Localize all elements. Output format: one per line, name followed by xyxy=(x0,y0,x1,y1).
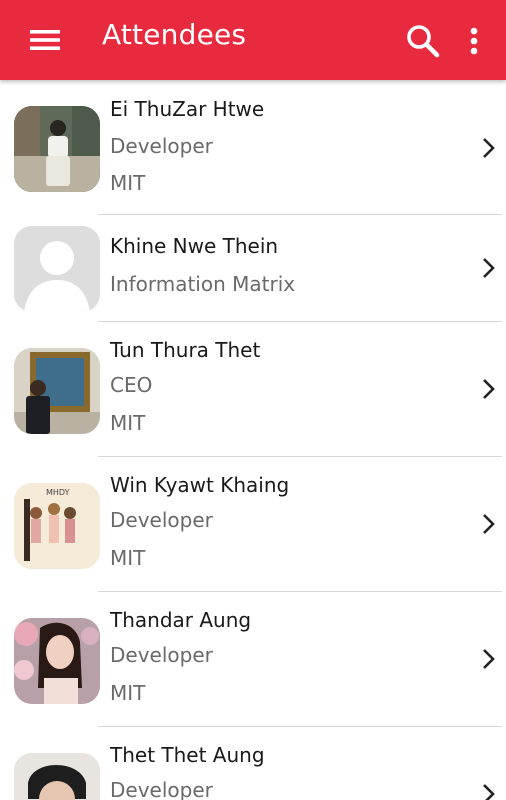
page-title: Attendees xyxy=(102,18,247,51)
attendee-row[interactable]: MHDY Win Kyawt Khaing Developer MIT xyxy=(0,457,506,592)
avatar xyxy=(14,348,100,434)
chevron-right-icon xyxy=(480,782,498,800)
chevron-right-icon xyxy=(480,647,498,671)
attendee-company: MIT xyxy=(110,681,146,705)
attendee-role: Developer xyxy=(110,508,213,532)
attendee-name: Win Kyawt Khaing xyxy=(110,473,290,497)
avatar xyxy=(14,618,100,704)
avatar-placeholder-icon xyxy=(14,226,100,312)
attendee-company: MIT xyxy=(110,171,146,195)
attendee-row[interactable]: Ei ThuZar Htwe Developer MIT xyxy=(0,80,506,215)
attendee-list: Ei ThuZar Htwe Developer MIT Khine Nwe T… xyxy=(0,80,506,800)
attendee-row[interactable]: Thandar Aung Developer MIT xyxy=(0,592,506,727)
chevron-right-icon xyxy=(480,136,498,160)
attendee-row[interactable]: Thet Thet Aung Developer xyxy=(0,727,506,800)
attendee-name: Thet Thet Aung xyxy=(110,743,265,767)
avatar xyxy=(14,753,100,800)
attendee-row[interactable]: Tun Thura Thet CEO MIT xyxy=(0,322,506,457)
attendee-name: Khine Nwe Thein xyxy=(110,234,279,258)
chevron-right-icon xyxy=(480,256,498,280)
attendee-role: Developer xyxy=(110,778,213,800)
app-bar: Attendees xyxy=(0,0,506,80)
avatar xyxy=(14,106,100,192)
search-icon[interactable] xyxy=(402,20,444,62)
more-vert-icon[interactable] xyxy=(460,22,488,60)
attendee-name: Thandar Aung xyxy=(110,608,252,632)
attendee-role: Developer xyxy=(110,643,213,667)
avatar: MHDY xyxy=(14,483,100,569)
chevron-right-icon xyxy=(480,377,498,401)
attendee-company: MIT xyxy=(110,411,146,435)
attendee-name: Tun Thura Thet xyxy=(110,338,261,362)
svg-text:MHDY: MHDY xyxy=(46,488,70,497)
attendee-role: Information Matrix xyxy=(110,272,296,296)
attendee-company: MIT xyxy=(110,546,146,570)
attendee-row[interactable]: Khine Nwe Thein Information Matrix xyxy=(0,215,506,322)
attendee-role: Developer xyxy=(110,134,213,158)
chevron-right-icon xyxy=(480,512,498,536)
attendee-name: Ei ThuZar Htwe xyxy=(110,97,265,121)
attendee-role: CEO xyxy=(110,373,153,397)
menu-icon[interactable] xyxy=(22,22,68,58)
